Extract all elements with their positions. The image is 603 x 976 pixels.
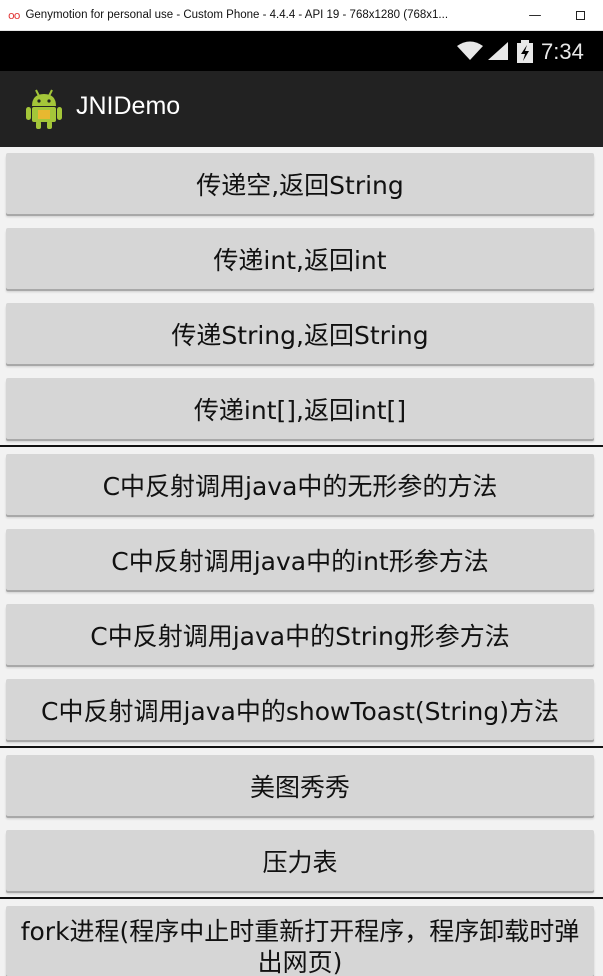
section-divider [0,897,603,899]
status-time: 7:34 [541,39,584,64]
window-titlebar: oo Genymotion for personal use - Custom … [0,0,603,31]
reflect-no-param-method-button[interactable]: C中反射调用java中的无形参的方法 [6,454,594,515]
android-robot-icon [26,89,62,129]
battery-charging-icon [517,40,533,63]
reflect-show-toast-method-button[interactable]: C中反射调用java中的showToast(String)方法 [6,679,594,740]
pass-void-return-string-button[interactable]: 传递空,返回String [6,153,594,214]
window-title: Genymotion for personal use - Custom Pho… [25,9,449,21]
maximize-button[interactable] [557,0,603,31]
minimize-icon: — [528,8,542,23]
pass-int-array-return-int-array-button[interactable]: 传递int[],返回int[] [6,378,594,439]
section-divider [0,445,603,447]
genymotion-logo-icon: oo [8,8,21,22]
fork-process-button[interactable]: fork进程(程序中止时重新打开程序，程序卸载时弹出网页) [6,906,594,976]
maximize-icon [575,11,585,20]
section-divider [0,746,603,748]
minimize-button[interactable]: — [512,0,558,31]
content-area: 传递空,返回String 传递int,返回int 传递String,返回Stri… [0,147,603,976]
meitu-button[interactable]: 美图秀秀 [6,755,594,816]
status-bar: 7:34 [0,31,603,71]
action-bar: JNIDemo [0,71,603,147]
signal-icon [488,42,508,60]
reflect-int-param-method-button[interactable]: C中反射调用java中的int形参方法 [6,529,594,590]
wifi-icon [457,41,483,60]
pressure-gauge-button[interactable]: 压力表 [6,830,594,891]
reflect-string-param-method-button[interactable]: C中反射调用java中的String形参方法 [6,604,594,665]
app-title: JNIDemo [76,92,181,120]
pass-string-return-string-button[interactable]: 传递String,返回String [6,303,594,364]
pass-int-return-int-button[interactable]: 传递int,返回int [6,228,594,289]
